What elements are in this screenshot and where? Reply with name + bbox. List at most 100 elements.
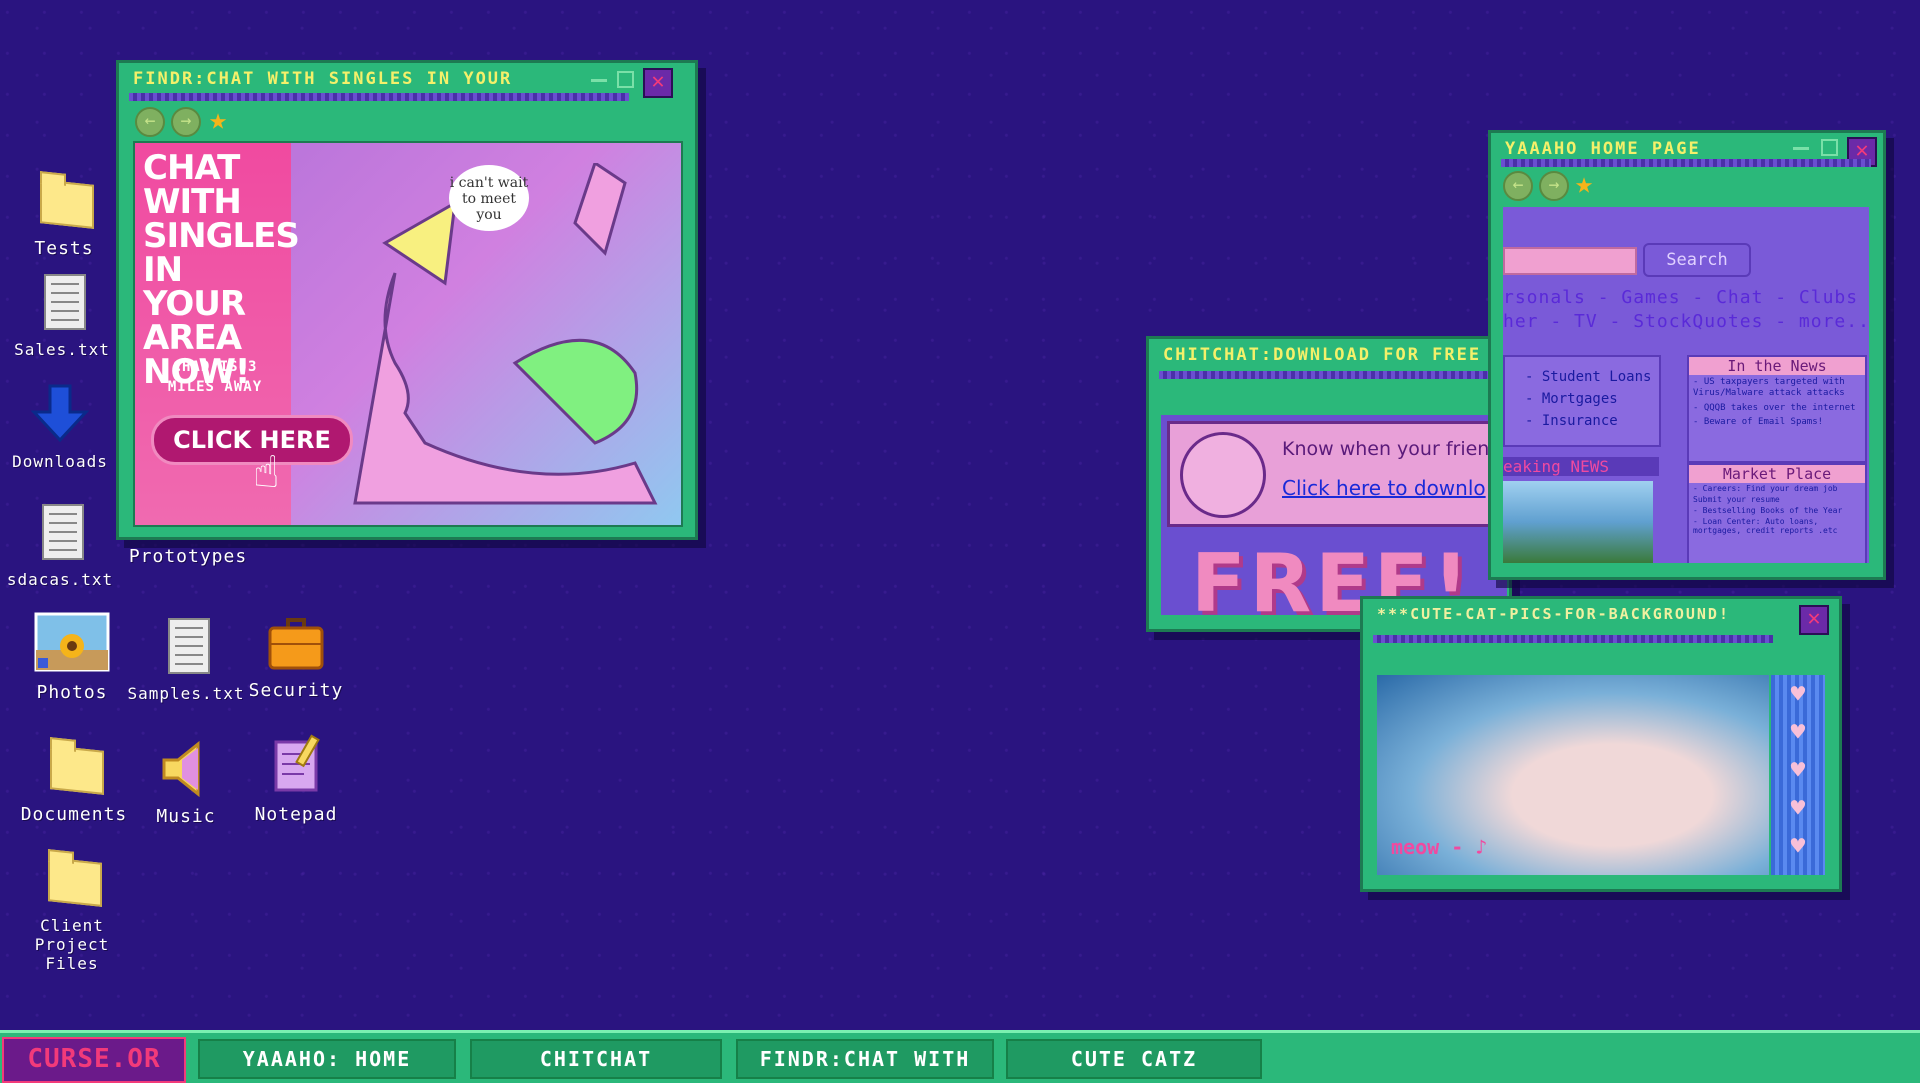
folder-icon <box>42 734 106 798</box>
taskbar: CURSE.OR YAAAHO: HOME CHITCHAT FINDR:CHA… <box>0 1030 1920 1083</box>
title-bar[interactable]: ***CUTE-CAT-PICS-FOR-BACKGROUND! ✕ <box>1363 599 1839 635</box>
briefcase-lock-icon <box>264 610 328 674</box>
icon-label: sdacas.txt <box>6 570 114 589</box>
icon-label: Prototypes <box>128 546 248 567</box>
market-item[interactable]: Submit your resume <box>1689 494 1865 505</box>
desktop-icon-tests[interactable]: Tests <box>4 168 124 259</box>
market-item[interactable]: - Careers: Find your dream job <box>1689 483 1865 494</box>
maximize-button[interactable] <box>617 71 634 88</box>
chitchat-window[interactable]: CHITCHAT:DOWNLOAD FOR FREE Know when you… <box>1146 336 1512 632</box>
cat-picture: meow - ♪ <box>1377 675 1769 875</box>
window-title: CHITCHAT:DOWNLOAD FOR FREE <box>1163 345 1482 365</box>
link-mortgages[interactable]: - Mortgages <box>1525 391 1618 407</box>
cat-caption: meow - ♪ <box>1391 835 1488 859</box>
window-title: YAAAHO HOME PAGE <box>1505 139 1701 159</box>
task-cute-catz[interactable]: CUTE CATZ <box>1006 1039 1262 1079</box>
icon-label: Music <box>156 806 216 827</box>
chitchat-content[interactable]: Know when your friends a Click here to d… <box>1161 415 1507 615</box>
maximize-button[interactable] <box>1821 139 1838 156</box>
title-bar[interactable]: CHITCHAT:DOWNLOAD FOR FREE <box>1149 339 1509 375</box>
market-place-box: Market Place - Careers: Find your dream … <box>1687 463 1867 563</box>
minimize-button[interactable] <box>1793 147 1809 150</box>
task-yaaaho[interactable]: YAAAHO: HOME <box>198 1039 456 1079</box>
text-file-icon <box>28 500 92 564</box>
title-stripe <box>1373 635 1773 643</box>
icon-label: Security <box>248 680 344 701</box>
click-here-button[interactable]: CLICK HERE <box>151 415 353 465</box>
icon-label: Samples.txt <box>127 684 245 703</box>
title-stripe <box>1159 371 1499 379</box>
link-insurance[interactable]: - Insurance <box>1525 413 1618 429</box>
pointer-hand-icon: ☝ <box>253 447 280 498</box>
news-item[interactable]: - US taxpayers targeted with Virus/Malwa… <box>1689 375 1865 401</box>
ad-headline: CHAT WITH SINGLES IN YOUR AREA NOW! <box>143 148 300 392</box>
task-chitchat[interactable]: CHITCHAT <box>470 1039 722 1079</box>
breaking-news-header: eaking NEWS <box>1503 457 1659 476</box>
yaaaho-page[interactable]: Search rsonals - Games - Chat - Clubs he… <box>1503 207 1869 563</box>
desktop-icon-security[interactable]: Security <box>236 610 356 701</box>
title-stripe <box>1501 159 1871 167</box>
text-file-icon <box>154 614 218 678</box>
news-item[interactable]: - Beware of Email Spams! <box>1689 415 1865 429</box>
market-item[interactable]: - Bestselling Books of the Year <box>1689 505 1865 516</box>
task-findr[interactable]: FINDR:CHAT WITH <box>736 1039 994 1079</box>
desktop-icon-downloads[interactable]: Downloads <box>0 382 120 471</box>
icon-label: Sales.txt <box>14 340 110 359</box>
smiley-avatar-icon <box>1180 432 1266 518</box>
download-arrow-icon <box>28 382 92 446</box>
notepad-icon <box>264 734 328 798</box>
favorite-star-icon[interactable]: ★ <box>209 105 227 135</box>
findr-window[interactable]: FINDR:CHAT WITH SINGLES IN YOUR ✕ ← → ★ … <box>116 60 698 540</box>
desktop-icon-photos[interactable]: Photos <box>12 612 132 703</box>
text-file-icon <box>30 270 94 334</box>
icon-label: Photos <box>36 682 108 703</box>
news-photo[interactable] <box>1503 481 1653 563</box>
heart-icon: ♥ ♥ ♥ ♥ ♥ <box>1790 680 1806 860</box>
ad-subtext: CHAD IS 3 MILES AWAY <box>167 359 263 395</box>
search-button[interactable]: Search <box>1643 243 1751 277</box>
icon-label: Downloads <box>12 452 108 471</box>
close-button[interactable]: ✕ <box>1799 605 1829 635</box>
minimize-button[interactable] <box>591 79 607 82</box>
link-student-loans[interactable]: - Student Loans <box>1525 369 1651 385</box>
icon-label: Client Project Files <box>34 916 110 973</box>
icon-label: Documents <box>20 804 128 825</box>
news-item[interactable]: - QQQB takes over the internet <box>1689 401 1865 415</box>
yaaaho-window[interactable]: YAAAHO HOME PAGE ✕ ← → ★ Search rsonals … <box>1488 130 1886 580</box>
photo-icon <box>34 612 110 676</box>
back-button[interactable]: ← <box>1503 171 1533 201</box>
nav-line-2[interactable]: her - TV - StockQuotes - more... <box>1503 311 1869 332</box>
in-the-news-box: In the News - US taxpayers targeted with… <box>1687 355 1867 463</box>
ad-banner[interactable]: CHAT WITH SINGLES IN YOUR AREA NOW! CHAD… <box>133 141 683 527</box>
desktop-icon-sdacas[interactable]: sdacas.txt <box>0 500 120 589</box>
back-button[interactable]: ← <box>135 107 165 137</box>
chitchat-banner[interactable]: Know when your friends a Click here to d… <box>1167 421 1507 527</box>
nav-line-1[interactable]: rsonals - Games - Chat - Clubs <box>1503 287 1858 308</box>
close-button[interactable]: ✕ <box>643 68 673 98</box>
desktop-icon-samples[interactable]: Samples.txt <box>126 614 246 703</box>
start-button[interactable]: CURSE.OR <box>2 1037 186 1083</box>
desktop-icon-sales[interactable]: Sales.txt <box>2 270 122 359</box>
forward-button[interactable]: → <box>171 107 201 137</box>
download-link[interactable]: Click here to downlo <box>1282 476 1486 500</box>
folder-icon <box>32 168 96 232</box>
title-stripe <box>129 93 629 101</box>
desktop-icon-notepad[interactable]: Notepad <box>236 734 356 825</box>
banner-text: Know when your friends a <box>1282 438 1507 460</box>
favorite-star-icon[interactable]: ★ <box>1575 169 1593 199</box>
speech-bubble: i can't wait to meet you <box>449 165 529 231</box>
desktop-icon-client-project-files[interactable]: Client Project Files <box>6 846 138 973</box>
desktop-icon-documents[interactable]: Documents <box>14 734 134 825</box>
links-box: - Student Loans - Mortgages - Insurance <box>1503 355 1661 447</box>
market-header: Market Place <box>1689 465 1865 483</box>
cute-cat-window[interactable]: ***CUTE-CAT-PICS-FOR-BACKGROUND! ✕ meow … <box>1360 596 1842 892</box>
market-item[interactable]: - Loan Center: Auto loans, mortgages, cr… <box>1689 516 1865 536</box>
hearts-sidebar: ♥ ♥ ♥ ♥ ♥ <box>1771 675 1825 875</box>
desktop-icon-music[interactable]: Music <box>126 736 246 827</box>
search-input[interactable] <box>1503 247 1637 275</box>
window-title: ***CUTE-CAT-PICS-FOR-BACKGROUND! <box>1377 605 1730 623</box>
desktop-icon-prototypes[interactable]: Prototypes <box>128 540 248 567</box>
icon-label: Notepad <box>254 804 338 825</box>
forward-button[interactable]: → <box>1539 171 1569 201</box>
window-title: FINDR:CHAT WITH SINGLES IN YOUR <box>133 69 513 89</box>
